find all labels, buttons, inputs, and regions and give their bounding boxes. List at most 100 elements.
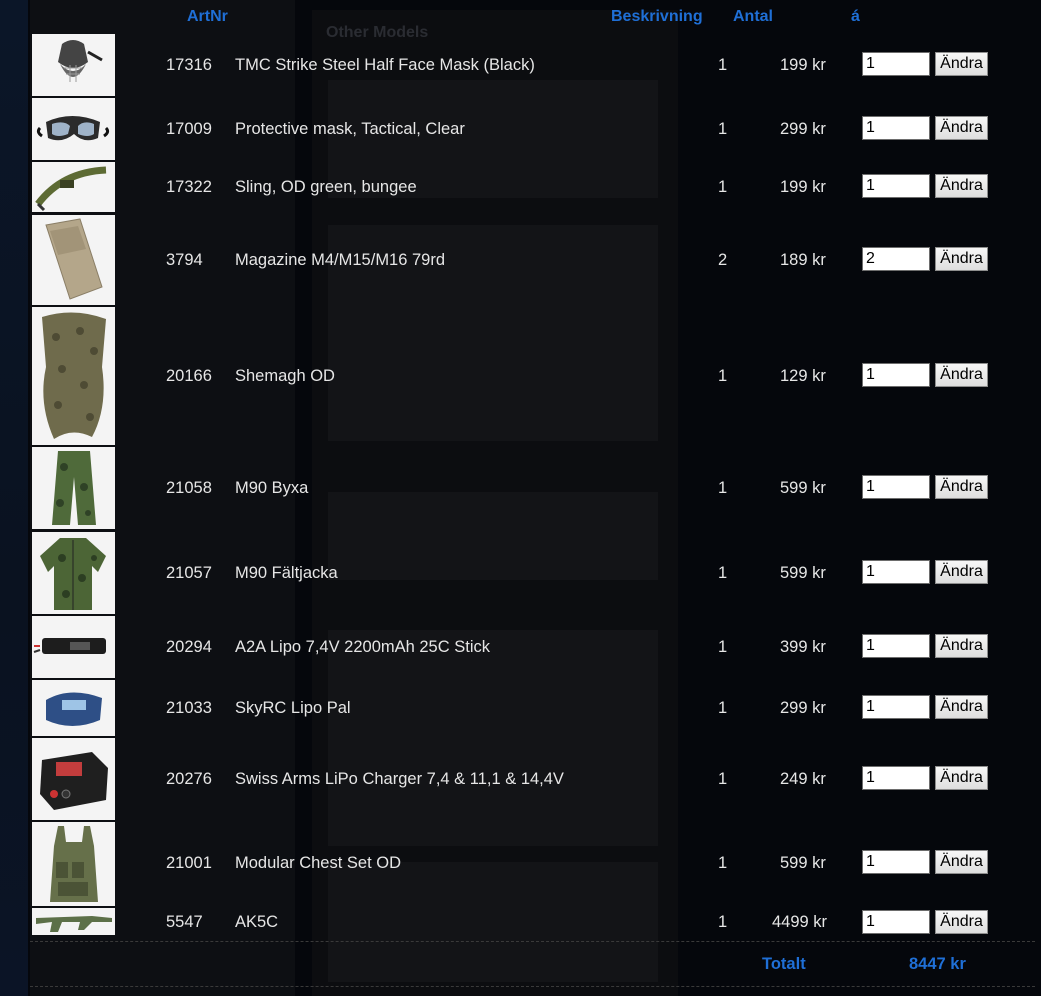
goggles-icon [36,116,110,141]
product-thumbnail[interactable] [32,908,115,935]
total-label: Totalt [762,955,806,973]
item-artnr: 5547 [166,913,203,931]
product-thumbnail[interactable] [32,532,115,614]
update-button[interactable]: Ändra [935,174,988,198]
item-artnr: 21057 [166,564,212,582]
product-thumbnail[interactable] [32,738,115,820]
item-description[interactable]: TMC Strike Steel Half Face Mask (Black) [235,56,535,75]
item-artnr: 21001 [166,854,212,872]
item-quantity: 1 [718,479,728,497]
item-description[interactable]: Swiss Arms LiPo Charger 7,4 & 11,1 & 14,… [235,770,564,789]
quantity-input[interactable] [862,695,930,719]
jacket-icon [40,538,106,610]
shemagh-icon [42,312,106,439]
item-quantity: 1 [718,367,728,385]
update-button[interactable]: Ändra [935,910,988,934]
item-description[interactable]: Protective mask, Tactical, Clear [235,120,465,139]
item-artnr: 21058 [166,479,212,497]
face-mask-icon [58,40,103,82]
magazine-icon [45,218,103,300]
total-divider [30,941,1035,942]
item-description[interactable]: M90 Fältjacka [235,564,338,583]
column-header-beskrivning: Beskrivning [611,8,703,25]
item-artnr: 17316 [166,56,212,74]
bottom-divider [30,986,1035,987]
quantity-input[interactable] [862,910,930,934]
item-description[interactable]: Magazine M4/M15/M16 79rd [235,251,445,270]
item-quantity: 1 [718,178,728,196]
update-button[interactable]: Ändra [935,247,988,271]
product-thumbnail[interactable] [32,822,115,906]
item-description[interactable]: AK5C [235,913,278,932]
item-artnr: 20166 [166,367,212,385]
update-button[interactable]: Ändra [935,560,988,584]
product-thumbnail[interactable] [32,447,115,529]
item-description[interactable]: A2A Lipo 7,4V 2200mAh 25C Stick [235,638,490,657]
item-quantity: 1 [718,120,728,138]
rifle-icon [36,916,112,932]
item-description[interactable]: SkyRC Lipo Pal [235,699,351,718]
quantity-input[interactable] [862,247,930,271]
item-price: 599 kr [780,564,826,582]
update-button[interactable]: Ändra [935,363,988,387]
update-button[interactable]: Ändra [935,766,988,790]
product-thumbnail[interactable] [32,162,115,212]
sling-icon [35,166,107,212]
trousers-icon [52,451,96,525]
item-price: 299 kr [780,120,826,138]
lipo-checker-icon [46,692,102,726]
shopping-cart: ArtNr Beskrivning Antal á 17316 TMC Stri… [0,0,1041,996]
product-thumbnail[interactable] [32,616,115,678]
quantity-input[interactable] [862,634,930,658]
quantity-input[interactable] [862,766,930,790]
product-thumbnail[interactable] [32,307,115,445]
quantity-input[interactable] [862,850,930,874]
quantity-input[interactable] [862,475,930,499]
update-button[interactable]: Ändra [935,695,988,719]
product-thumbnail[interactable] [32,34,115,96]
item-artnr: 17322 [166,178,212,196]
quantity-input[interactable] [862,174,930,198]
item-artnr: 21033 [166,699,212,717]
item-description[interactable]: M90 Byxa [235,479,308,498]
item-price: 249 kr [780,770,826,788]
item-artnr: 3794 [166,251,203,269]
quantity-input[interactable] [862,116,930,140]
item-quantity: 1 [718,770,728,788]
item-price: 299 kr [780,699,826,717]
item-price: 599 kr [780,479,826,497]
item-quantity: 1 [718,638,728,656]
quantity-input[interactable] [862,560,930,584]
item-quantity: 1 [718,56,728,74]
total-value: 8447 kr [909,955,966,973]
product-thumbnail[interactable] [32,98,115,160]
chest-rig-icon [50,826,98,902]
item-price: 199 kr [780,56,826,74]
update-button[interactable]: Ändra [935,475,988,499]
column-header-antal: Antal [733,8,773,25]
item-quantity: 1 [718,913,728,931]
item-price: 399 kr [780,638,826,656]
update-button[interactable]: Ändra [935,850,988,874]
product-thumbnail[interactable] [32,215,115,305]
item-quantity: 1 [718,854,728,872]
quantity-input[interactable] [862,363,930,387]
item-price: 189 kr [780,251,826,269]
update-button[interactable]: Ändra [935,116,988,140]
item-quantity: 2 [718,251,728,269]
item-price: 129 kr [780,367,826,385]
column-header-artnr: ArtNr [187,8,228,25]
quantity-input[interactable] [862,52,930,76]
charger-icon [40,752,108,810]
product-thumbnail[interactable] [32,680,115,736]
item-artnr: 17009 [166,120,212,138]
item-quantity: 1 [718,699,728,717]
update-button[interactable]: Ändra [935,634,988,658]
item-artnr: 20276 [166,770,212,788]
item-price: 199 kr [780,178,826,196]
item-description[interactable]: Modular Chest Set OD [235,854,401,873]
item-description[interactable]: Shemagh OD [235,367,335,386]
item-artnr: 20294 [166,638,212,656]
update-button[interactable]: Ändra [935,52,988,76]
item-description[interactable]: Sling, OD green, bungee [235,178,417,197]
